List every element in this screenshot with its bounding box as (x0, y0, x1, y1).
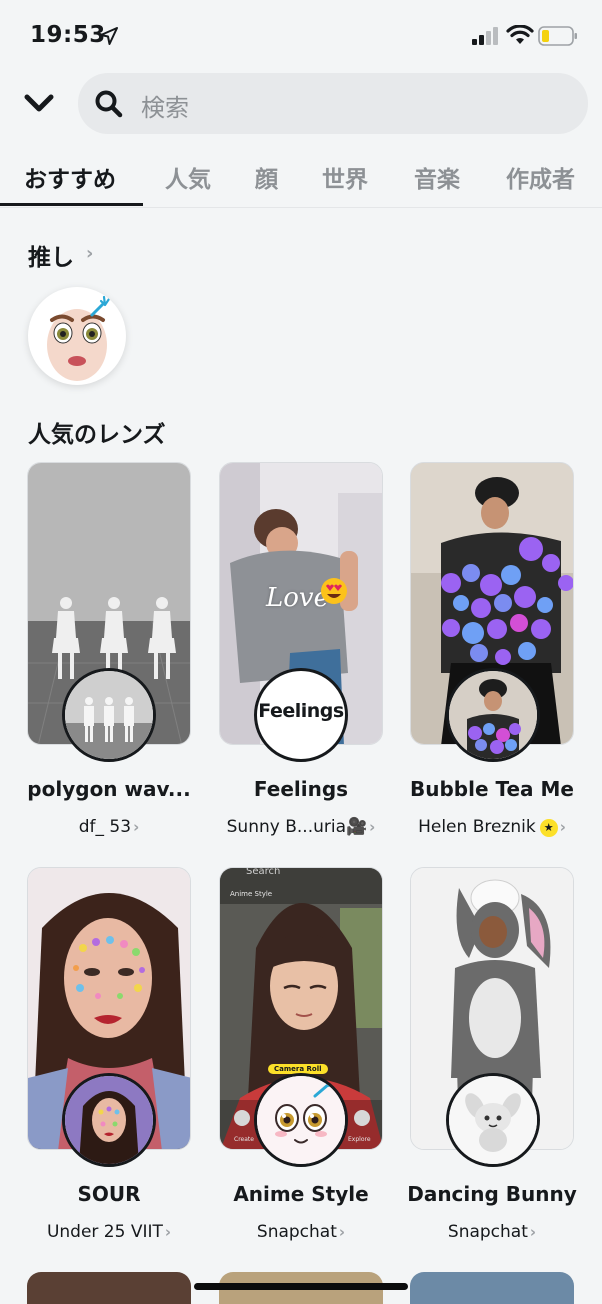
favorite-lens-avatar[interactable] (28, 287, 126, 385)
lens-name: Feelings (253, 777, 349, 801)
bubble-person-icon (449, 671, 537, 759)
polygon-dancers-icon (65, 671, 153, 759)
chevron-right-icon: › (338, 1223, 346, 1241)
tab-world[interactable]: 世界 (322, 160, 368, 194)
chevron-right-icon: › (164, 1223, 172, 1241)
category-tabs: おすすめ 人気 顔 世界 音楽 作成者 (0, 148, 602, 208)
popular-lenses-title: 人気のレンズ (28, 422, 166, 448)
chevron-right-icon: › (133, 818, 140, 836)
favorites-title[interactable]: 推し (28, 238, 74, 272)
lens-creator-link[interactable]: Helen Breznik ★ › (397, 817, 587, 837)
cellular-signal-icon (472, 27, 498, 45)
cartoon-face-icon (47, 295, 111, 381)
creator-name: Helen Breznik (418, 817, 536, 837)
tab-creators[interactable]: 作成者 (506, 160, 575, 194)
creator-name: Under 25 VIIT (46, 1222, 163, 1242)
search-input[interactable]: 検索 (78, 73, 588, 134)
lens-icon-polygon-wave (62, 668, 156, 762)
anime-face-icon (257, 1076, 345, 1164)
lens-icon-dancing-bunny (446, 1073, 540, 1167)
chevron-right-icon: › (86, 243, 94, 264)
status-bar: 19:53 (0, 0, 602, 70)
feelings-logo-text: Feelings (258, 700, 344, 722)
search-placeholder: 検索 (141, 94, 189, 122)
wifi-icon (506, 25, 534, 44)
lens-creator-link[interactable]: df_ 53 › (14, 817, 204, 837)
lens-icon-feelings: Feelings (254, 668, 348, 762)
bunny-icon (449, 1076, 537, 1164)
lens-name: Bubble Tea Me (410, 777, 574, 801)
creator-name: df_ 53 (78, 817, 132, 837)
heart-eyes-emoji-icon (321, 578, 347, 604)
lens-creator-link[interactable]: Under 25 VIIT › (14, 1222, 204, 1242)
lens-name: Anime Style (233, 1182, 369, 1206)
tab-popular[interactable]: 人気 (165, 160, 211, 194)
lens-icon-sour (62, 1073, 156, 1167)
lens-icon-anime-style (254, 1073, 348, 1167)
creator-name: Snapchat (447, 1222, 528, 1242)
lens-creator-link[interactable]: Sunny B...uria🎥 › (206, 817, 396, 837)
chevron-right-icon: › (529, 1223, 537, 1241)
search-icon (95, 90, 123, 118)
lens-name: polygon wav... (27, 777, 191, 801)
preview-explore-label: Explore (348, 1136, 371, 1143)
chevron-right-icon: › (559, 818, 566, 836)
creator-name: Snapchat (256, 1222, 337, 1242)
sticker-face-icon (65, 1076, 153, 1164)
lens-name: SOUR (77, 1182, 141, 1206)
lens-name: Dancing Bunny (407, 1182, 577, 1206)
battery-icon (538, 26, 577, 46)
collapse-chevron-icon[interactable] (22, 88, 56, 118)
location-arrow-icon (100, 27, 118, 45)
chevron-right-icon: › (369, 818, 376, 836)
tab-face[interactable]: 顔 (255, 160, 278, 194)
preview-search-label: Search (246, 867, 281, 877)
creator-name: Sunny B...uria🎥 (226, 817, 368, 837)
tab-recommended[interactable]: おすすめ (24, 160, 116, 194)
status-time: 19:53 (30, 22, 106, 48)
lens-card-peek[interactable] (27, 1272, 191, 1304)
verified-star-icon: ★ (539, 819, 558, 837)
lens-icon-bubble-tea-me (446, 668, 540, 762)
preview-create-label: Create (234, 1136, 254, 1143)
lens-creator-link[interactable]: Snapchat › (206, 1222, 396, 1242)
lens-card-peek[interactable] (410, 1272, 574, 1304)
active-tab-indicator (0, 203, 143, 206)
home-indicator[interactable] (194, 1283, 408, 1290)
preview-anime-style-label: Anime Style (230, 890, 273, 898)
tab-music[interactable]: 音楽 (414, 160, 460, 194)
lens-creator-link[interactable]: Snapchat › (397, 1222, 587, 1242)
